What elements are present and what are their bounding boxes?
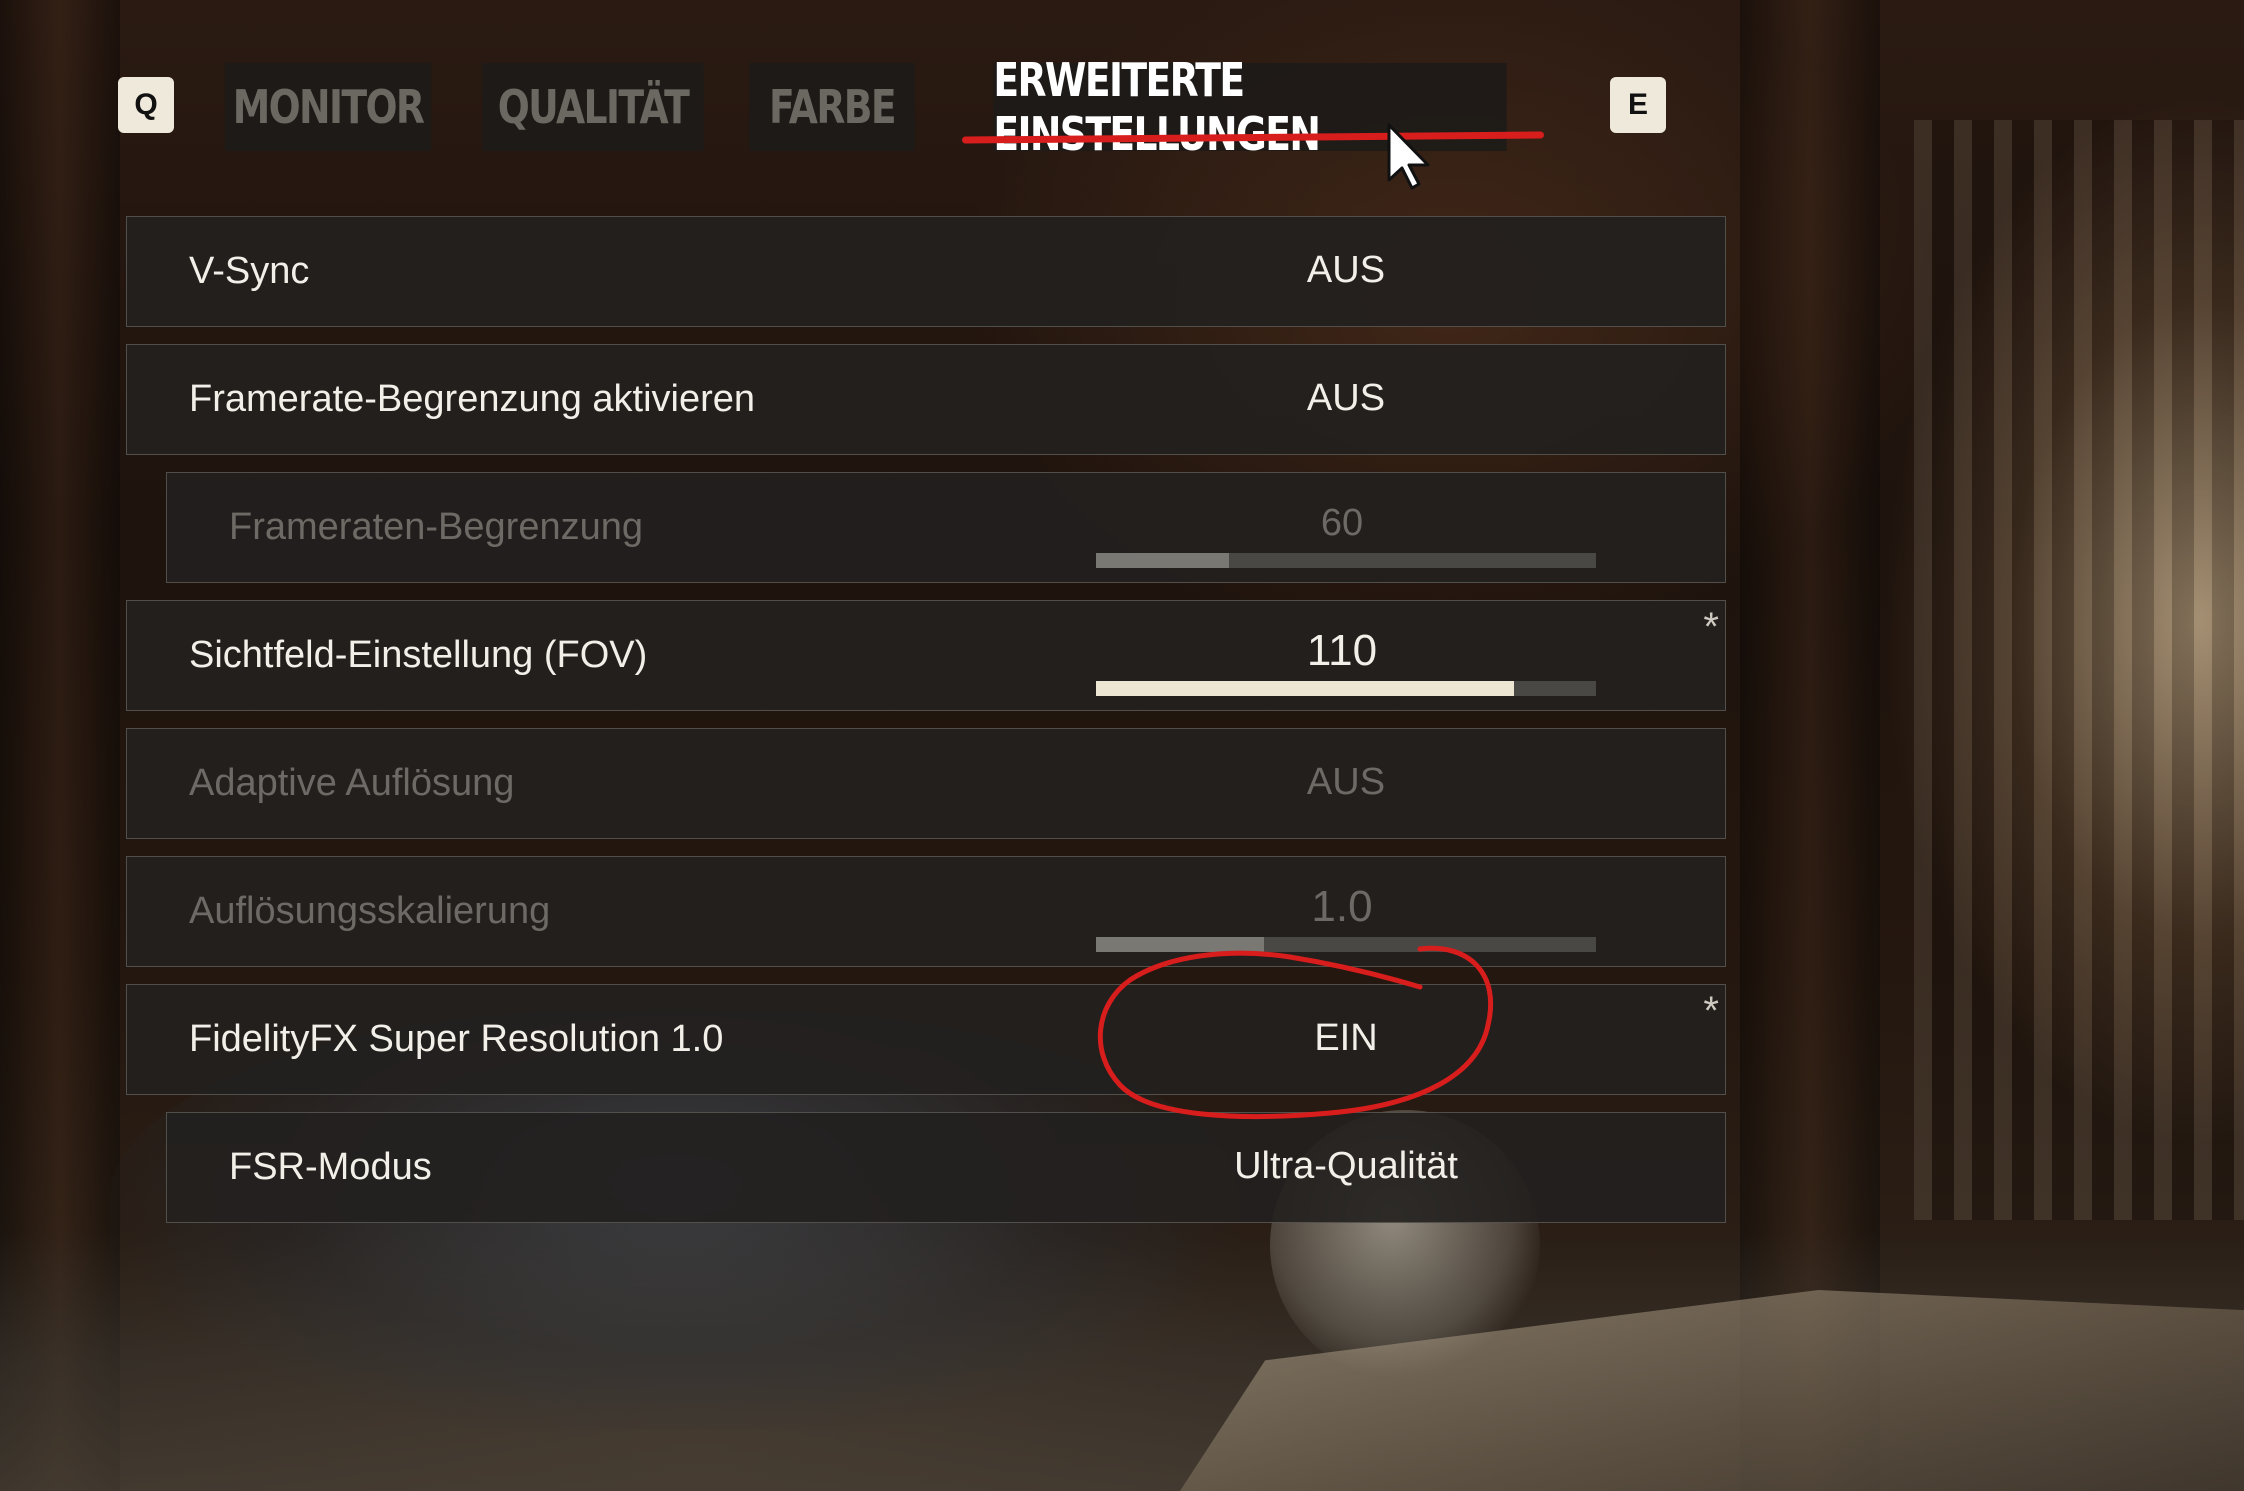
setting-label: FSR-Modus	[229, 1146, 432, 1188]
setting-label: Auflösungsskalierung	[189, 890, 551, 932]
setting-label: Framerate-Begrenzung aktivieren	[189, 378, 756, 420]
fov-slider[interactable]	[1096, 681, 1596, 696]
setting-row-framerate-limit[interactable]: Frameraten-Begrenzung 60	[166, 472, 1726, 583]
tab-farbe[interactable]: FARBE	[749, 63, 915, 151]
slider-fill	[1096, 681, 1514, 696]
annotation-circle	[1097, 945, 1494, 1120]
setting-value: Ultra-Qualität	[1234, 1145, 1458, 1187]
setting-row-framerate-limit-toggle[interactable]: Framerate-Begrenzung aktivieren AUS	[126, 344, 1726, 455]
setting-value: AUS	[1306, 761, 1386, 803]
setting-row-fsr-mode[interactable]: FSR-Modus Ultra-Qualität	[166, 1112, 1726, 1223]
setting-label: Adaptive Auflösung	[189, 762, 515, 804]
setting-value: AUS	[1306, 249, 1386, 291]
setting-row-vsync[interactable]: V-Sync AUS	[126, 216, 1726, 327]
setting-label: Frameraten-Begrenzung	[229, 506, 643, 548]
modified-marker: *	[1703, 605, 1719, 649]
setting-row-adaptive-resolution[interactable]: Adaptive Auflösung AUS	[126, 728, 1726, 839]
setting-value: AUS	[1306, 377, 1386, 419]
tab-monitor[interactable]: MONITOR	[224, 63, 432, 151]
framerate-limit-slider[interactable]	[1096, 553, 1596, 568]
slider-fill	[1096, 553, 1229, 568]
tab-qualitaet[interactable]: QUALITÄT	[482, 63, 704, 151]
next-tab-key-badge[interactable]: E	[1610, 77, 1666, 133]
mouse-cursor-icon	[1387, 123, 1430, 190]
modified-marker: *	[1703, 989, 1719, 1033]
setting-label: V-Sync	[189, 250, 310, 292]
setting-label: Sichtfeld-Einstellung (FOV)	[189, 634, 648, 676]
setting-label: FidelityFX Super Resolution 1.0	[189, 1018, 724, 1060]
prev-tab-key-badge[interactable]: Q	[118, 77, 174, 133]
setting-row-fov[interactable]: Sichtfeld-Einstellung (FOV) 110 *	[126, 600, 1726, 711]
